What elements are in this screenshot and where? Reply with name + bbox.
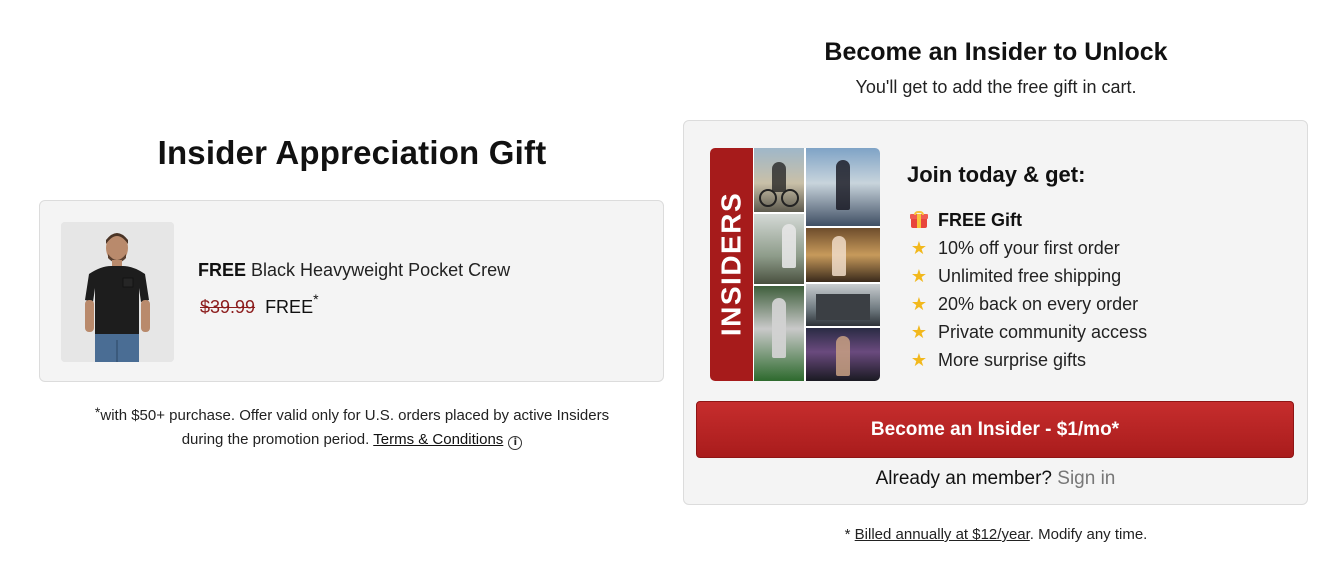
- collage-photo-storefront: [806, 284, 880, 326]
- benefit-label: Unlimited free shipping: [938, 265, 1122, 286]
- star-icon: ★: [910, 349, 928, 371]
- benefit-item: ★ Private community access: [908, 318, 1147, 346]
- collage-photo-selfie: [754, 286, 804, 381]
- disclaimer-asterisk: *: [94, 404, 101, 420]
- benefit-item: FREE Gift: [908, 206, 1147, 234]
- product-title: FREE Black Heavyweight Pocket Crew: [198, 260, 510, 281]
- gift-product-card: FREE Black Heavyweight Pocket Crew $39.9…: [39, 200, 664, 382]
- benefit-label: 20% back on every order: [938, 293, 1139, 314]
- product-name: Black Heavyweight Pocket Crew: [251, 260, 511, 280]
- benefit-item: ★ Unlimited free shipping: [908, 262, 1147, 290]
- sale-price: FREE*: [265, 291, 318, 318]
- become-insider-button[interactable]: Become an Insider - $1/mo*: [696, 401, 1294, 458]
- sale-price-text: FREE: [265, 297, 314, 317]
- insider-signup-card: INSIDERS Join today & get: FREE Gift ★ 1…: [683, 120, 1308, 505]
- terms-conditions-link[interactable]: Terms & Conditions: [373, 431, 503, 448]
- disclaimer-line1: with $50+ purchase. Offer valid only for…: [100, 407, 610, 424]
- tshirt-model-image: [61, 222, 174, 362]
- benefit-label: More surprise gifts: [938, 349, 1087, 370]
- benefit-label: Private community access: [938, 321, 1148, 342]
- benefit-label: FREE Gift: [938, 209, 1022, 230]
- benefit-item: ★ 20% back on every order: [908, 290, 1147, 318]
- gift-title: Insider Appreciation Gift: [157, 134, 547, 171]
- insiders-collage-label: INSIDERS: [715, 191, 747, 337]
- benefit-label: 10% off your first order: [938, 237, 1120, 258]
- star-icon: ★: [910, 321, 928, 343]
- disclaimer-line2: during the promotion period.: [181, 431, 370, 448]
- collage-photo-guitarist: [806, 228, 880, 282]
- star-icon: ★: [910, 237, 928, 259]
- benefit-item: ★ More surprise gifts: [908, 346, 1147, 374]
- offer-disclaimer: *with $50+ purchase. Offer valid only fo…: [40, 404, 664, 452]
- unlock-subtitle: You'll get to add the free gift in cart.: [855, 77, 1137, 97]
- billing-suffix: . Modify any time.: [1029, 526, 1148, 543]
- insiders-collage-image: INSIDERS: [710, 148, 880, 381]
- benefits-list: FREE Gift ★ 10% off your first order ★ U…: [908, 206, 1147, 374]
- billing-terms-link[interactable]: Billed annually at $12/year: [855, 526, 1030, 543]
- join-title: Join today & get:: [907, 162, 1086, 187]
- sign-in-row: Already an member? Sign in: [684, 468, 1307, 490]
- sign-in-link[interactable]: Sign in: [1057, 468, 1115, 489]
- product-image: [61, 222, 174, 362]
- price-row: $39.99 FREE*: [200, 291, 319, 318]
- billing-note: * Billed annually at $12/year. Modify an…: [684, 526, 1308, 543]
- member-prompt: Already an member?: [875, 468, 1052, 489]
- star-icon: ★: [910, 293, 928, 315]
- collage-photo-cyclist: [754, 148, 804, 212]
- billing-prefix: *: [844, 526, 855, 543]
- price-asterisk: *: [313, 291, 319, 307]
- product-free-label: FREE: [198, 260, 247, 280]
- collage-photo-stroller: [754, 214, 804, 284]
- star-icon: ★: [910, 265, 928, 287]
- collage-photo-man-hat: [806, 148, 880, 226]
- collage-photo-musician: [806, 328, 880, 381]
- info-icon[interactable]: i: [508, 436, 523, 450]
- original-price: $39.99: [200, 297, 256, 317]
- gift-icon: [908, 209, 930, 231]
- benefit-item: ★ 10% off your first order: [908, 234, 1147, 262]
- unlock-title: Become an Insider to Unlock: [824, 38, 1168, 66]
